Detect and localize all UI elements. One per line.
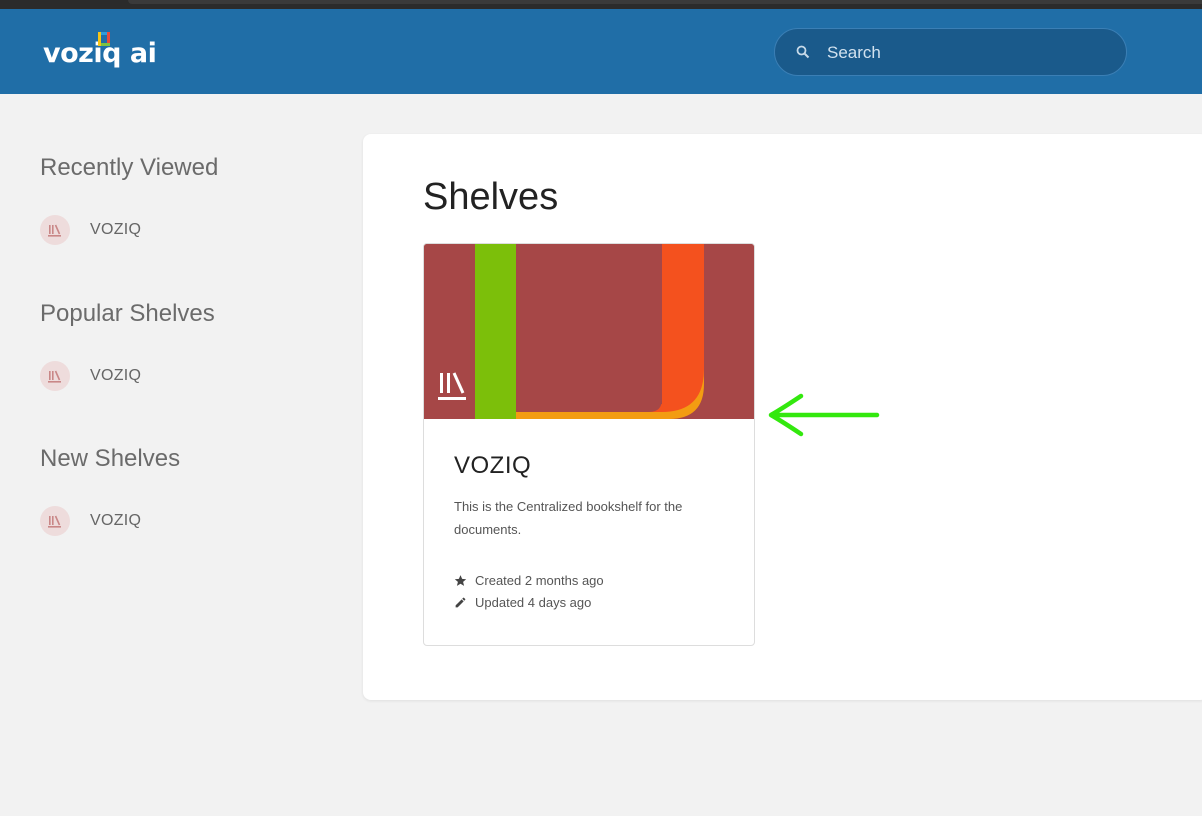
sidebar-item-label: VOZIQ <box>90 367 142 384</box>
shelf-icon <box>40 361 70 391</box>
sidebar-item-label: VOZIQ <box>90 221 142 238</box>
sidebar-item-label: VOZIQ <box>90 512 142 529</box>
pencil-icon <box>455 597 466 608</box>
updated-text: Updated 4 days ago <box>475 595 592 610</box>
shelf-icon <box>40 506 70 536</box>
new-shelves-title: New Shelves <box>40 445 181 472</box>
recently-viewed-title: Recently Viewed <box>40 154 219 181</box>
shelf-name: VOZIQ <box>454 452 532 479</box>
recently-viewed-item[interactable]: VOZIQ <box>40 215 141 245</box>
browser-top-bar <box>128 0 1202 4</box>
shelf-icon <box>40 215 70 245</box>
top-header: voziq ai <box>0 9 1202 94</box>
shelf-card[interactable]: VOZIQ This is the Centralized bookshelf … <box>423 243 755 646</box>
popular-shelves-title: Popular Shelves <box>40 300 215 327</box>
search-icon <box>796 45 810 59</box>
browser-top-strip <box>0 0 1202 9</box>
shelf-cover-image <box>424 244 754 419</box>
star-icon <box>454 575 467 586</box>
annotation-arrow-icon <box>768 393 880 437</box>
popular-shelves-item[interactable]: VOZIQ <box>40 361 141 391</box>
page-title: Shelves <box>423 176 559 218</box>
shelf-description: This is the Centralized bookshelf for th… <box>454 499 683 537</box>
search-input[interactable] <box>825 39 1109 67</box>
logo-mark-icon <box>98 32 110 46</box>
search-box[interactable] <box>774 28 1127 76</box>
new-shelves-item[interactable]: VOZIQ <box>40 506 141 536</box>
cover-artwork <box>424 244 754 419</box>
shelf-icon <box>438 372 466 400</box>
created-meta: Created 2 months ago <box>454 573 604 588</box>
created-text: Created 2 months ago <box>475 573 604 588</box>
updated-meta: Updated 4 days ago <box>454 595 591 610</box>
